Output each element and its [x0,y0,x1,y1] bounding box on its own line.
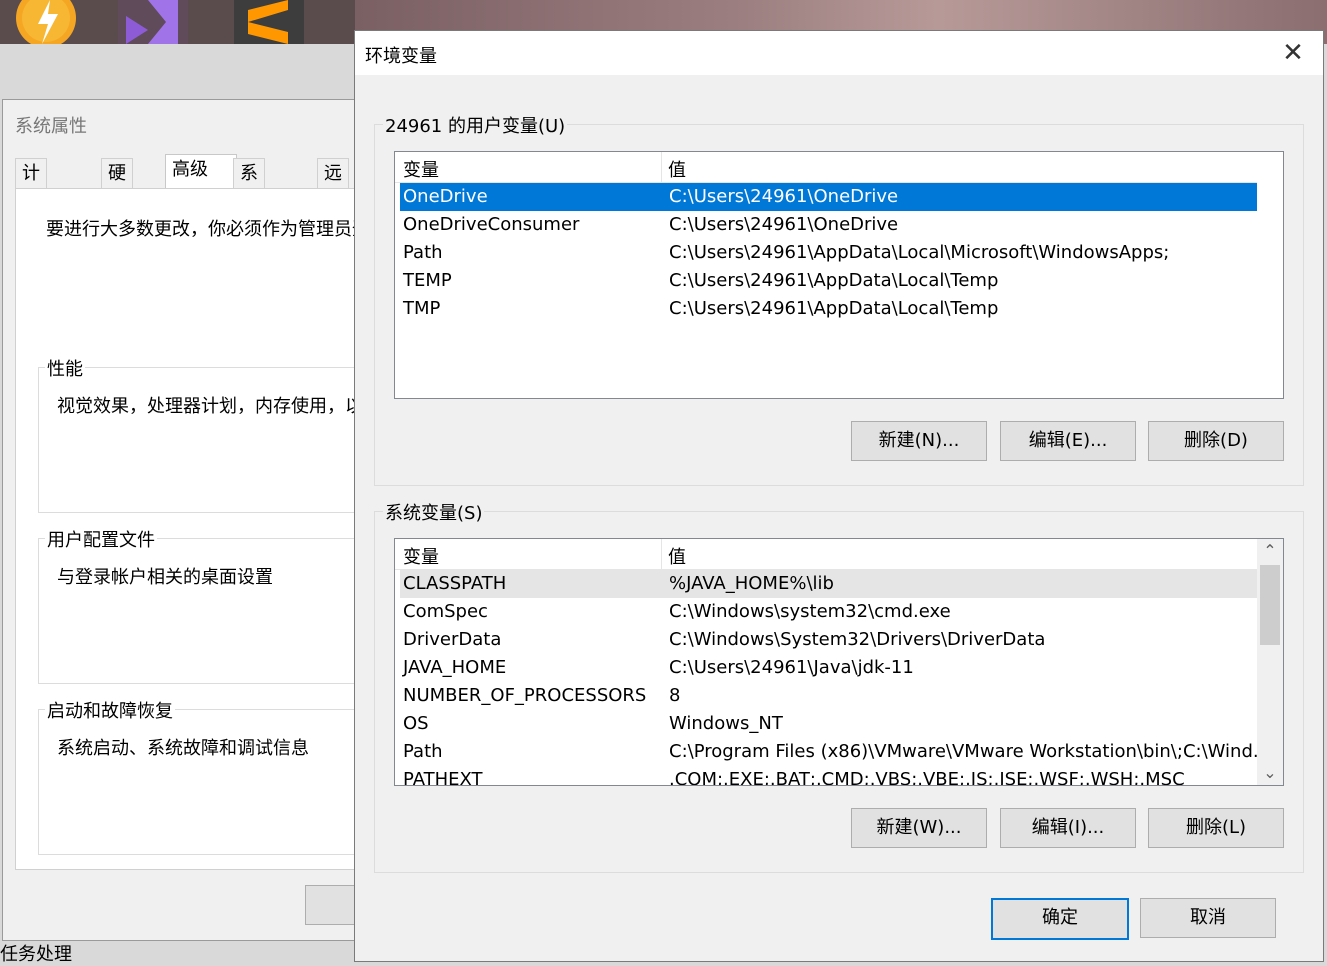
tab-computer-name[interactable]: 计算机名 [15,158,47,274]
system-variables-list[interactable]: 变量 值 CLASSPATH %JAVA_HOME%\lib ComSpec C… [394,538,1284,786]
var-value: C:\Windows\system32\cmd.exe [669,601,951,622]
list-header: 变量 值 [395,539,1257,570]
var-value: C:\Users\24961\Java\jdk-11 [669,657,914,678]
close-icon[interactable]: ✕ [1273,39,1313,69]
column-header-value[interactable]: 值 [668,156,686,182]
title-bar: 环境变量 ✕ [355,31,1323,75]
var-value: C:\Program Files (x86)\VMware\VMware Wor… [669,741,1271,762]
visual-studio-icon[interactable] [118,0,188,44]
var-value: C:\Users\24961\OneDrive [669,214,899,235]
cancel-button[interactable]: 取消 [1140,898,1276,938]
var-name: PATHEXT [403,769,483,786]
environment-variables-dialog: 环境变量 ✕ 24961 的用户变量(U) 变量 值 OneDrive C:\U… [354,30,1324,962]
column-header-name[interactable]: 变量 [403,156,439,182]
group-user-profiles: 用户配置文件 与登录帐户相关的桌面设置 [38,526,370,684]
var-name: CLASSPATH [403,573,507,594]
system-variables-group: 系统变量(S) 变量 值 CLASSPATH %JAVA_HOME%\lib C… [374,499,1304,873]
admin-notice: 要进行大多数更改，你必须作为管理员登 [46,219,370,240]
list-header: 变量 值 [395,152,1257,183]
system-delete-button[interactable]: 删除(L) [1148,808,1284,848]
user-edit-button[interactable]: 编辑(E)... [1000,421,1136,461]
var-name: Path [403,242,443,263]
system-edit-button[interactable]: 编辑(I)... [1000,808,1136,848]
var-name: OS [403,713,429,734]
thunder-app-icon[interactable] [8,0,78,48]
scroll-down-icon[interactable]: ⌄ [1257,761,1283,785]
tab-remote[interactable]: 远程 [317,158,349,214]
scroll-up-icon[interactable]: ⌃ [1257,539,1283,563]
tab-advanced[interactable]: 高级 [165,154,237,189]
var-name: TMP [403,298,441,319]
var-value: .COM;.EXE;.BAT;.CMD;.VBS;.VBE;.JS;.JSE;.… [669,769,1185,786]
table-row[interactable]: CLASSPATH %JAVA_HOME%\lib [400,570,1257,598]
vertical-scrollbar[interactable]: ⌃ ⌄ [1257,539,1283,785]
table-row[interactable]: OneDrive C:\Users\24961\OneDrive [400,183,1257,211]
var-value: C:\Users\24961\AppData\Local\Microsoft\W… [669,242,1170,263]
group-label: 性能 [45,355,85,381]
group-label: 启动和故障恢复 [45,697,175,723]
user-variables-label: 24961 的用户变量(U) [383,112,568,138]
var-value: %JAVA_HOME%\lib [669,573,834,594]
var-value: C:\Users\24961\AppData\Local\Temp [669,298,999,319]
var-name: Path [403,741,443,762]
var-name: ComSpec [403,601,488,622]
group-performance: 性能 视觉效果，处理器计划，内存使用，以 [38,355,370,513]
var-name: OneDriveConsumer [403,214,580,235]
user-new-button[interactable]: 新建(N)... [851,421,987,461]
window-title: 系统属性 [15,116,87,137]
system-properties-window: 系统属性 计算机名 硬件 高级 系统保护 远程 要进行大多数更改，你必须作为管理… [2,99,370,941]
group-description: 与登录帐户相关的桌面设置 [57,567,273,588]
var-name: DriverData [403,629,502,650]
scrollbar-thumb[interactable] [1260,565,1280,645]
group-description: 系统启动、系统故障和调试信息 [57,738,309,759]
var-value: C:\Windows\System32\Drivers\DriverData [669,629,1046,650]
var-value: Windows_NT [669,713,783,734]
var-value: C:\Users\24961\OneDrive [669,186,899,207]
sublime-text-icon[interactable] [234,0,304,44]
group-label: 用户配置文件 [45,526,157,552]
user-delete-button[interactable]: 删除(D) [1148,421,1284,461]
var-name: NUMBER_OF_PROCESSORS [403,685,647,706]
column-header-name[interactable]: 变量 [403,543,439,569]
var-name: OneDrive [403,186,488,207]
group-startup-recovery: 启动和故障恢复 系统启动、系统故障和调试信息 [38,697,370,855]
tab-hardware[interactable]: 硬件 [101,158,133,214]
advanced-tab-panel: 要进行大多数更改，你必须作为管理员登 性能 视觉效果，处理器计划，内存使用，以 … [15,188,370,870]
user-variables-list[interactable]: 变量 值 OneDrive C:\Users\24961\OneDrive On… [394,151,1284,399]
var-name: JAVA_HOME [403,657,507,678]
column-header-value[interactable]: 值 [668,543,686,569]
var-name: TEMP [403,270,452,291]
underlying-text: 任务处理 [0,944,72,965]
ok-button[interactable]: 确定 [991,898,1129,940]
var-value: C:\Users\24961\AppData\Local\Temp [669,270,999,291]
system-variables-label: 系统变量(S) [383,499,485,525]
dialog-title: 环境变量 [365,46,437,67]
user-variables-group: 24961 的用户变量(U) 变量 值 OneDrive C:\Users\24… [374,112,1304,486]
system-new-button[interactable]: 新建(W)... [851,808,987,848]
tab-system-protection[interactable]: 系统保护 [233,158,265,274]
var-value: 8 [669,685,681,706]
group-description: 视觉效果，处理器计划，内存使用，以 [57,396,363,417]
